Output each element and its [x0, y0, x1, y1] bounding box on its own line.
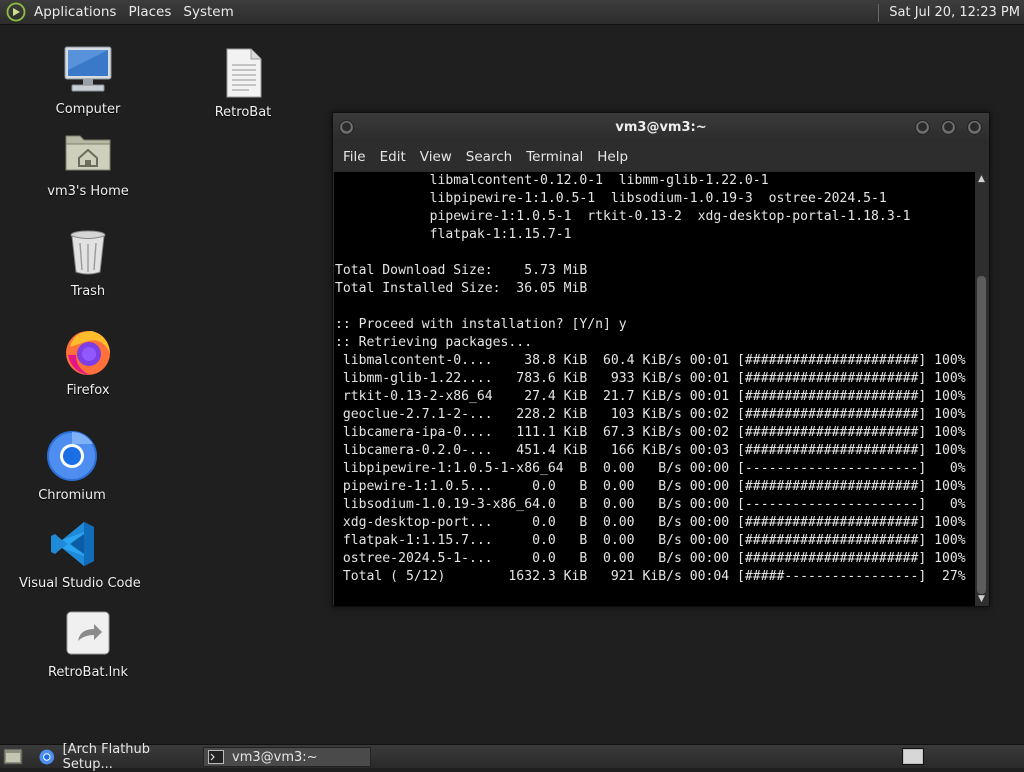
window-title: vm3@vm3:~ [615, 120, 707, 135]
desktop-icon-chromium[interactable]: Chromium [17, 430, 127, 503]
desktop-icon-label: RetroBat [214, 105, 272, 120]
desktop-icon-label: vm3's Home [47, 184, 129, 199]
chromium-icon [39, 749, 55, 765]
desktop-icon-label: Visual Studio Code [19, 576, 141, 591]
terminal-window[interactable]: vm3@vm3:~ File Edit View Search Terminal… [332, 112, 990, 607]
close-button[interactable] [967, 120, 982, 135]
desktop-icon-label: Computer [55, 102, 121, 117]
terminal-text: libmalcontent-0.12.0-1 libmm-glib-1.22.0… [335, 173, 966, 584]
desktop-icon-label: Trash [70, 284, 106, 299]
home-folder-icon [65, 135, 111, 171]
desktop-icon-label: Firefox [66, 383, 110, 398]
maximize-button[interactable] [941, 120, 956, 135]
scroll-down-arrow-icon[interactable]: ▼ [975, 592, 988, 606]
terminal-output[interactable]: libmalcontent-0.12.0-1 libmm-glib-1.22.0… [334, 172, 975, 606]
bottom-panel: [Arch Flathub Setup... vm3@vm3:~ [0, 742, 1024, 772]
computer-icon [64, 46, 112, 92]
trash-icon [70, 230, 106, 275]
desktop-icon-label: Chromium [38, 488, 106, 503]
terminal-icon [208, 750, 224, 764]
workspace-switcher-icon[interactable] [902, 748, 924, 765]
desktop-icon-retrobat[interactable]: RetroBat [188, 47, 298, 120]
desktop-icon-firefox[interactable]: Firefox [33, 325, 143, 398]
desktop-icon-computer[interactable]: Computer [33, 44, 143, 117]
clock-area: Sat Jul 20, 12:23 PM [878, 0, 1024, 25]
document-icon [226, 48, 262, 98]
desktop-icon-trash[interactable]: Trash [33, 226, 143, 299]
task-arch-flathub[interactable]: [Arch Flathub Setup... [35, 742, 201, 772]
chromium-icon [47, 431, 97, 481]
firefox-icon [66, 331, 110, 375]
desktop-icon-label: RetroBat.lnk [47, 665, 129, 680]
task-label: vm3@vm3:~ [232, 749, 318, 765]
show-desktop-icon[interactable] [3, 748, 23, 765]
scrollbar-thumb[interactable] [977, 276, 986, 594]
desktop-icon-retrobat-lnk[interactable]: RetroBat.lnk [33, 607, 143, 680]
scroll-up-arrow-icon[interactable]: ▲ [975, 172, 988, 186]
task-terminal[interactable]: vm3@vm3:~ [203, 747, 371, 767]
places-menu[interactable]: Places [122, 0, 177, 25]
menu-terminal[interactable]: Terminal [519, 149, 590, 165]
menu-view[interactable]: View [413, 149, 459, 165]
desktop-icon-vscode[interactable]: Visual Studio Code [19, 518, 141, 591]
terminal-menubar: File Edit View Search Terminal Help [333, 143, 989, 171]
window-titlebar[interactable]: vm3@vm3:~ [333, 113, 989, 143]
desktop-icon-home[interactable]: vm3's Home [33, 126, 143, 199]
menu-help[interactable]: Help [590, 149, 635, 165]
panel-separator [878, 3, 880, 22]
vscode-icon [51, 522, 94, 566]
minimize-button[interactable] [915, 120, 930, 135]
applications-menu[interactable]: Applications [28, 0, 122, 25]
shortcut-icon [66, 611, 110, 655]
main-menu: Applications Places System [0, 0, 240, 25]
menu-search[interactable]: Search [459, 149, 519, 165]
menu-edit[interactable]: Edit [373, 149, 413, 165]
clock[interactable]: Sat Jul 20, 12:23 PM [889, 5, 1024, 20]
menu-file[interactable]: File [336, 149, 373, 165]
top-panel: Applications Places System Sat Jul 20, 1… [0, 0, 1024, 25]
terminal-scrollbar[interactable]: ▲ ▼ [975, 172, 988, 606]
system-menu[interactable]: System [177, 0, 239, 25]
distro-logo-icon[interactable] [6, 2, 26, 22]
